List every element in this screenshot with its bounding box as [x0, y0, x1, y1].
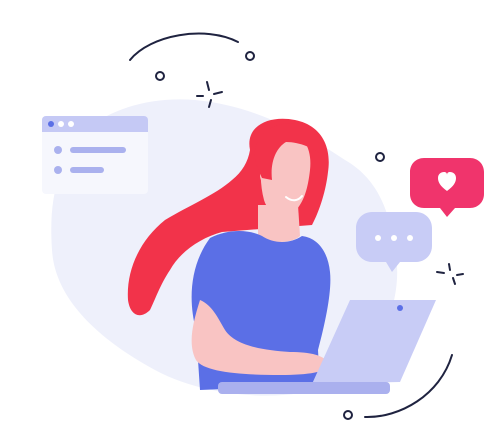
woman-using-laptop-illustration: [42, 32, 484, 420]
illustration-stage: [0, 0, 487, 447]
doodle-circle: [245, 51, 255, 61]
doodle-circle: [375, 152, 385, 162]
sparkle-icon: [436, 263, 464, 285]
doodle-circle: [343, 410, 353, 420]
browser-window-icon: [42, 116, 148, 194]
laptop-camera: [397, 305, 403, 311]
doodle-circle: [155, 71, 165, 81]
laptop-base: [218, 382, 390, 394]
doodle-arc-top: [129, 32, 239, 61]
heart-bubble-icon: [410, 158, 484, 217]
